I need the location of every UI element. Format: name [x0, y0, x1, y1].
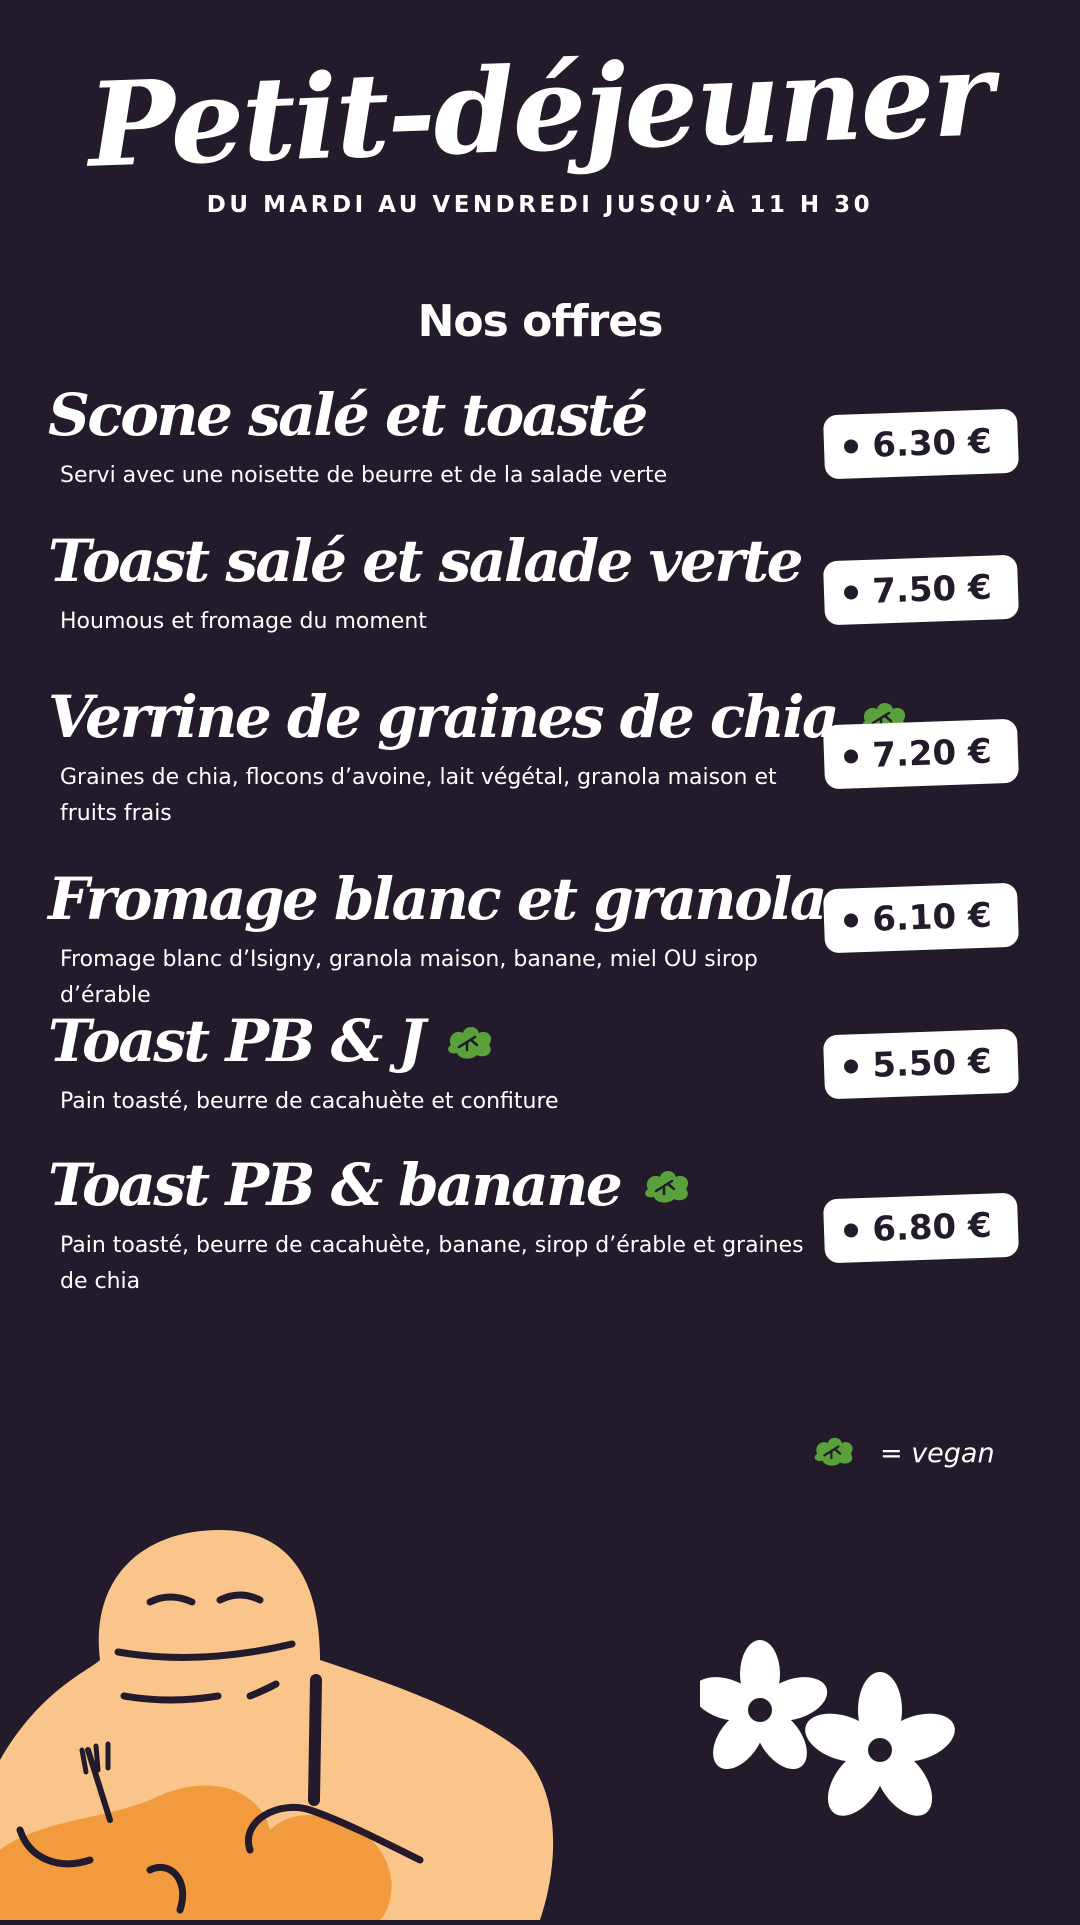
flowers-illustration: [692, 1640, 960, 1845]
vegan-legend-text: = vegan: [880, 1438, 995, 1469]
page-title: Petit-déjeuner: [86, 26, 994, 194]
price-tag-hole: [843, 585, 859, 600]
menu-item-description: Graines de chia, flocons d’avoine, lait …: [60, 765, 777, 826]
price-tag-hole: [843, 913, 859, 928]
price-tag: 5.50 €: [822, 1028, 1020, 1100]
price-tag-hole: [843, 439, 859, 454]
menu-item-description: Houmous et fromage du moment: [60, 609, 427, 634]
price-text: 7.20 €: [871, 731, 993, 776]
price-text: 6.10 €: [871, 895, 993, 940]
page-subtitle: DU MARDI AU VENDREDI JUSQU’À 11 H 30: [206, 192, 874, 218]
price-text: 5.50 €: [871, 1041, 993, 1086]
vegan-leaf-icon: [812, 1434, 856, 1473]
menu-item-description: Pain toasté, beurre de cacahuète et conf…: [60, 1089, 559, 1114]
price-tag: 7.50 €: [822, 554, 1020, 626]
mascot-illustration: [0, 1520, 580, 1925]
price-tag: 6.10 €: [822, 882, 1020, 954]
price-text: 7.50 €: [871, 567, 993, 612]
price-tag-hole: [843, 749, 859, 764]
price-tag: 7.20 €: [822, 718, 1020, 790]
vegan-legend: = vegan: [812, 1434, 995, 1473]
price-tag-hole: [843, 1059, 859, 1074]
menu-item-description: Pain toasté, beurre de cacahuète, banane…: [60, 1233, 804, 1294]
price-tag-hole: [843, 1223, 859, 1238]
menu-header: Petit-déjeuner DU MARDI AU VENDREDI JUSQ…: [0, 26, 1080, 218]
menu-item-description: Servi avec une noisette de beurre et de …: [60, 463, 668, 488]
section-title: Nos offres: [417, 296, 664, 347]
menu-item-description: Fromage blanc d’Isigny, granola maison, …: [60, 947, 758, 1008]
vegan-leaf-icon: [642, 1150, 692, 1220]
price-tag: 6.80 €: [822, 1192, 1020, 1264]
price-text: 6.30 €: [871, 421, 993, 466]
vegan-leaf-icon: [445, 1006, 495, 1076]
price-text: 6.80 €: [871, 1205, 993, 1250]
price-tag: 6.30 €: [822, 408, 1020, 480]
